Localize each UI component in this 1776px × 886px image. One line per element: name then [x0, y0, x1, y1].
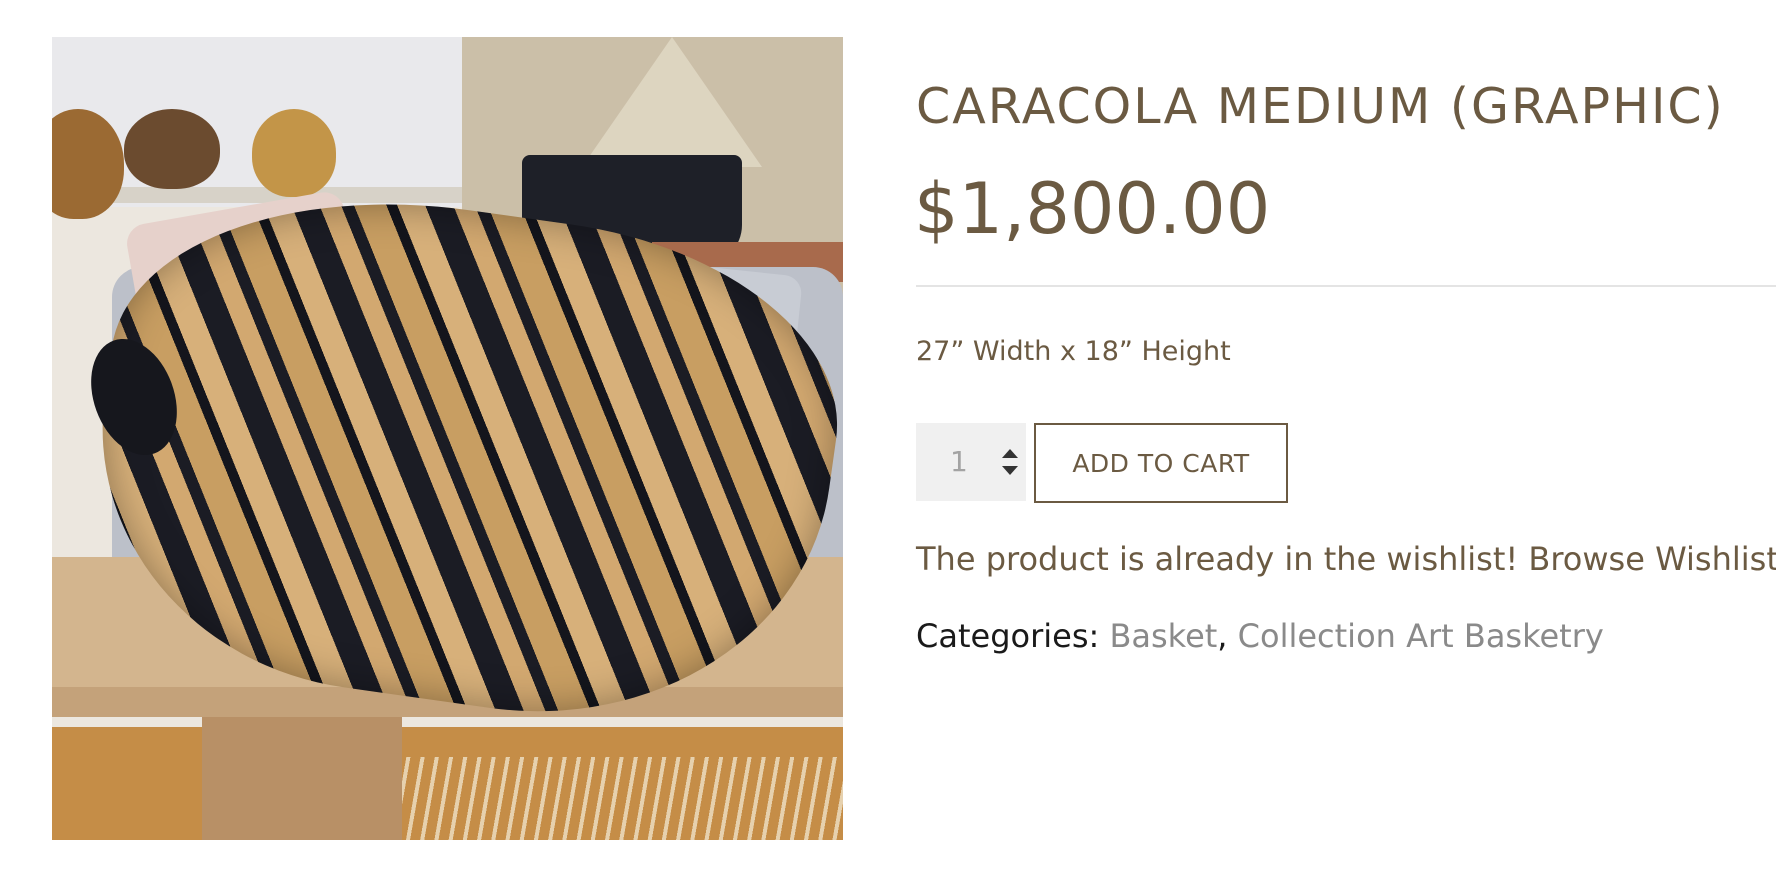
- browse-wishlist-link[interactable]: Browse Wishlist: [1528, 540, 1776, 578]
- divider: [916, 285, 1776, 287]
- image-vase: [252, 109, 336, 197]
- quantity-stepper[interactable]: 1: [916, 423, 1026, 501]
- product-title: CARACOLA MEDIUM (GRAPHIC): [916, 78, 1725, 135]
- image-rug-pattern: [382, 757, 843, 840]
- add-to-cart-button[interactable]: ADD TO CART: [1034, 423, 1288, 503]
- product-image[interactable]: [52, 37, 843, 840]
- wishlist-message: The product is already in the wishlist! …: [916, 540, 1776, 578]
- image-table-leg: [202, 717, 402, 840]
- quantity-input[interactable]: 1: [950, 445, 968, 478]
- category-link-collection-art-basketry[interactable]: Collection Art Basketry: [1238, 617, 1604, 655]
- decrement-arrow-icon[interactable]: [1002, 466, 1018, 475]
- image-vase: [124, 109, 220, 189]
- product-price: $1,800.00: [914, 168, 1271, 250]
- product-dimensions: 27” Width x 18” Height: [916, 336, 1231, 367]
- category-link-basket[interactable]: Basket: [1109, 617, 1217, 655]
- image-weaving-triangle: [582, 37, 762, 167]
- category-separator: ,: [1217, 617, 1228, 655]
- wishlist-status-text: The product is already in the wishlist!: [916, 540, 1519, 578]
- product-categories: Categories: Basket, Collection Art Baske…: [916, 617, 1604, 655]
- increment-arrow-icon[interactable]: [1002, 449, 1018, 458]
- categories-label: Categories:: [916, 617, 1100, 655]
